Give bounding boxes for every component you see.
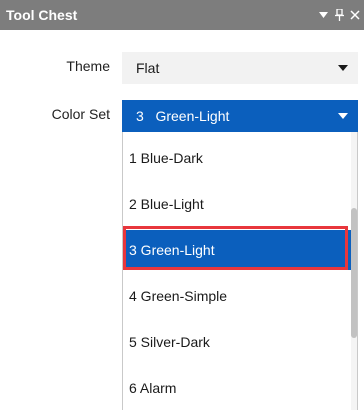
color-set-label: Color Set [51, 106, 110, 122]
chevron-down-icon [338, 65, 348, 71]
pin-icon[interactable] [332, 0, 346, 30]
color-set-value: 3 Green-Light [136, 108, 230, 124]
theme-label: Theme [66, 58, 110, 74]
panel-titlebar: Tool Chest [0, 0, 364, 30]
dropdown-option[interactable]: 2 Blue-Light [123, 184, 353, 224]
dropdown-option[interactable]: 1 Blue-Dark [123, 138, 353, 178]
close-icon[interactable] [348, 0, 362, 30]
color-set-dropdown: 1 Blue-Dark 2 Blue-Light 3 Green-Light 4… [122, 132, 358, 410]
scrollbar-thumb[interactable] [351, 208, 357, 338]
dropdown-option-selected[interactable]: 3 Green-Light [123, 230, 353, 270]
dropdown-option[interactable]: 6 Alarm [123, 368, 353, 408]
theme-select[interactable]: Flat [122, 52, 358, 84]
dropdown-option[interactable]: 5 Silver-Dark [123, 322, 353, 362]
chevron-down-icon[interactable] [316, 0, 330, 30]
panel-title: Tool Chest [6, 7, 78, 23]
dropdown-scrollbar[interactable] [351, 132, 357, 410]
theme-value: Flat [136, 60, 160, 76]
dropdown-option[interactable]: 4 Green-Simple [123, 276, 353, 316]
chevron-down-icon [338, 113, 348, 119]
titlebar-controls [316, 0, 364, 30]
color-set-select[interactable]: 3 Green-Light [122, 100, 358, 132]
tool-chest-panel: Tool Chest Theme Flat Color Set 3 Green-… [0, 0, 364, 410]
